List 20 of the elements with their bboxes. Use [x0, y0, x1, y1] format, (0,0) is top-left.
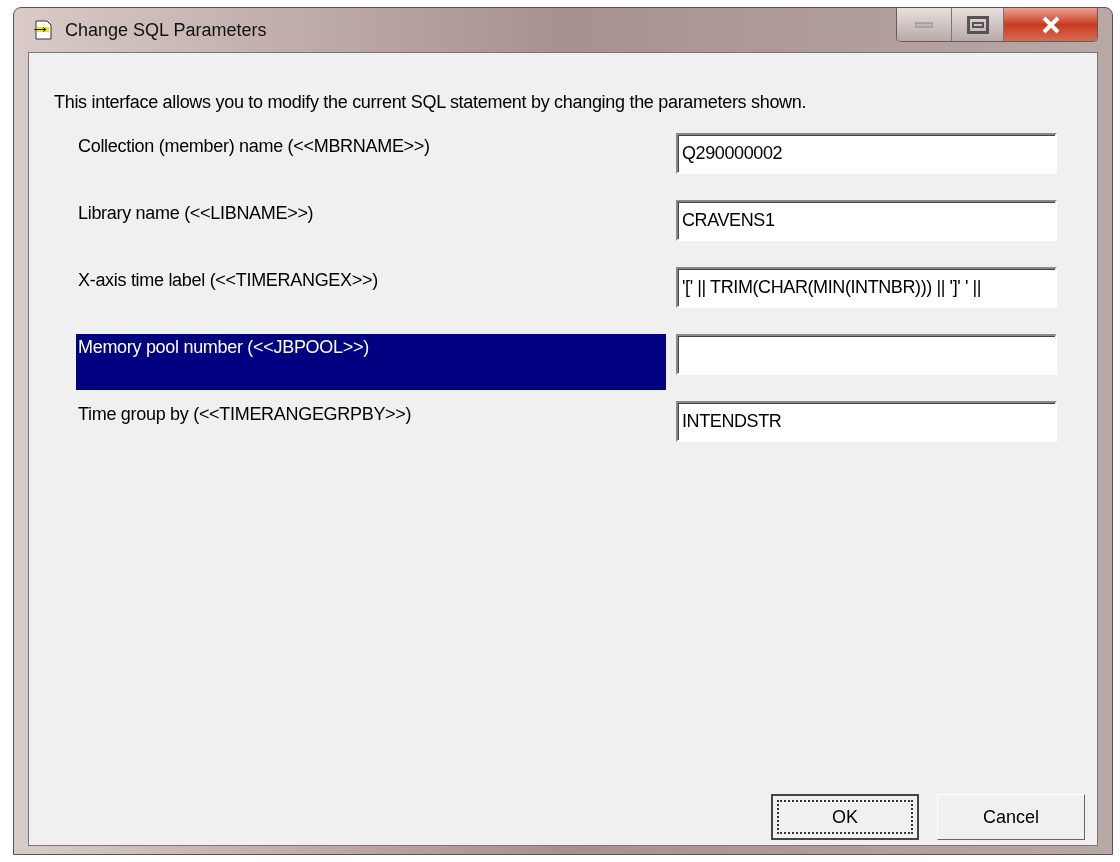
maximize-button[interactable]: [952, 8, 1004, 41]
parameter-field[interactable]: '[' || TRIM(CHAR(MIN(INTNBR))) || ']' ' ||: [676, 267, 1057, 308]
maximize-icon: [966, 15, 989, 34]
window-title: Change SQL Parameters: [65, 18, 267, 42]
intro-text: This interface allows you to modify the current SQL statement by changing the parameters shown.: [54, 91, 808, 114]
parameter-label: Library name (<<LIBNAME>>): [77, 202, 315, 225]
parameter-field[interactable]: CRAVENS1: [676, 200, 1057, 241]
document-icon: [33, 20, 53, 40]
dialog-button[interactable]: Cancel: [937, 794, 1085, 840]
close-button[interactable]: [1004, 8, 1097, 41]
parameter-field[interactable]: Q290000002: [676, 133, 1057, 174]
minimize-icon: [915, 21, 933, 28]
parameter-label: Time group by (<<TIMERANGEGRPBY>>): [77, 403, 413, 426]
close-icon: [1040, 15, 1061, 34]
parameter-field[interactable]: [676, 334, 1057, 375]
parameter-label: Collection (member) name (<<MBRNAME>>): [77, 135, 431, 158]
parameter-field[interactable]: INTENDSTR: [676, 401, 1057, 442]
parameter-label: Memory pool number (<<JBPOOL>>): [76, 334, 666, 390]
parameter-label: X-axis time label (<<TIMERANGEX>>): [77, 269, 379, 292]
dialog-button[interactable]: OK: [771, 794, 919, 840]
